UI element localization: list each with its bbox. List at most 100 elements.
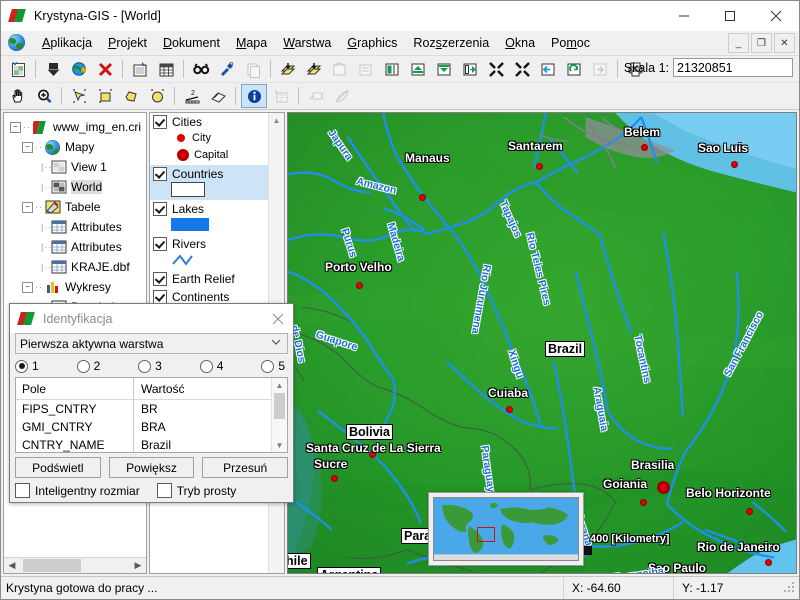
- expander-icon[interactable]: −: [22, 141, 33, 153]
- radio-dot[interactable]: [76, 359, 90, 373]
- expander-icon[interactable]: −: [22, 281, 33, 293]
- scroll-left-icon[interactable]: ◀: [4, 558, 20, 573]
- legend-layer-countries[interactable]: Countries: [150, 165, 269, 200]
- layer-checkbox[interactable]: [153, 167, 167, 181]
- theme-properties-icon[interactable]: [128, 58, 152, 80]
- select-rect-icon[interactable]: [93, 85, 117, 107]
- layer-select-dropdown[interactable]: Pierwsza aktywna warstwa: [15, 333, 288, 354]
- scroll-right-icon[interactable]: ▶: [130, 558, 146, 573]
- menu-projekt[interactable]: Projekt: [100, 33, 155, 53]
- city-marker-manaus[interactable]: [419, 194, 426, 201]
- tree-node-attributes-1[interactable]: |·· Attributes: [8, 217, 146, 237]
- copy-icon[interactable]: [241, 58, 265, 80]
- scroll-down-icon[interactable]: ▼: [272, 438, 287, 452]
- pan-hand-icon[interactable]: [6, 85, 30, 107]
- scroll-up-icon[interactable]: ▲: [272, 378, 287, 392]
- radio-dot[interactable]: [261, 359, 275, 373]
- scroll-thumb[interactable]: [274, 393, 285, 419]
- legend-layer-lakes[interactable]: Lakes: [150, 200, 269, 235]
- align-fill-icon[interactable]: [458, 58, 482, 80]
- delete-theme-icon[interactable]: [93, 58, 117, 80]
- open-table-icon[interactable]: [154, 58, 178, 80]
- select-circle-icon[interactable]: [145, 85, 169, 107]
- radio-option-1[interactable]: 1: [15, 359, 74, 373]
- align-left-icon[interactable]: [380, 58, 404, 80]
- table-row[interactable]: FIPS_CNTRY BR: [16, 400, 272, 418]
- city-marker-rio-de-janeiro[interactable]: [765, 559, 772, 566]
- scroll-track[interactable]: [20, 558, 130, 573]
- radio-dot[interactable]: [15, 359, 28, 373]
- layer-checkbox[interactable]: [153, 237, 167, 251]
- resize-grip-icon[interactable]: [783, 581, 797, 595]
- menu-warstwa[interactable]: Warstwa: [275, 33, 339, 53]
- simple-mode-checkbox[interactable]: Tryb prosty: [156, 483, 236, 498]
- tree-node-kraje-dbf[interactable]: |·· KRAJE.dbf: [8, 257, 146, 277]
- chevron-down-icon[interactable]: [271, 338, 281, 349]
- zoom-to-button[interactable]: Powiększ: [108, 457, 195, 478]
- pan-to-button[interactable]: Przesuń: [202, 457, 289, 478]
- highlight-button[interactable]: Podświetl: [15, 457, 101, 478]
- city-marker-sucre[interactable]: [331, 475, 338, 482]
- menu-okna[interactable]: Okna: [497, 33, 543, 53]
- attributes-grid[interactable]: Pole Wartość FIPS_CNTRY BR GMI_CNTRY BRA…: [15, 377, 288, 453]
- legend-layer-rivers[interactable]: Rivers: [150, 235, 269, 270]
- clip-merge-icon[interactable]: [354, 58, 378, 80]
- radio-option-2[interactable]: 2: [76, 359, 136, 373]
- maximize-button[interactable]: [707, 1, 753, 31]
- overview-map[interactable]: [433, 497, 579, 561]
- grid-scrollbar[interactable]: ▲ ▼: [271, 378, 287, 452]
- table-row[interactable]: CNTRY_NAME Brazil: [16, 436, 272, 452]
- smart-size-checkbox[interactable]: Inteligentny rozmiar: [15, 483, 140, 498]
- map-view[interactable]: Manaus Santarem Belem Sao Luis Porto Vel…: [287, 112, 797, 574]
- checkbox-box[interactable]: [15, 483, 30, 498]
- tree-node-wykresy[interactable]: − ·· Wykresy: [8, 277, 146, 297]
- label-icon[interactable]: [269, 85, 293, 107]
- clip-assign-icon[interactable]: [328, 58, 352, 80]
- callout-icon[interactable]: [304, 85, 328, 107]
- identify-dialog[interactable]: Identyfikacja Pierwsza aktywna warstwa 1…: [9, 303, 294, 503]
- clip-union-icon[interactable]: [276, 58, 300, 80]
- measure-icon[interactable]: 2: [180, 85, 204, 107]
- prev-view-icon[interactable]: [536, 58, 560, 80]
- mdi-minimize-button[interactable]: _: [728, 33, 749, 53]
- city-marker-cuiaba[interactable]: [506, 406, 513, 413]
- radio-dot[interactable]: [199, 359, 213, 373]
- city-marker-goiania[interactable]: [640, 499, 647, 506]
- table-row[interactable]: GMI_CNTRY BRA: [16, 418, 272, 436]
- save-icon[interactable]: [41, 58, 65, 80]
- zoom-in-icon[interactable]: [32, 85, 56, 107]
- expand-icon[interactable]: [510, 58, 534, 80]
- layer-checkbox[interactable]: [153, 202, 167, 216]
- menu-aplikacja[interactable]: Aplikacja: [34, 33, 100, 53]
- tree-node-project[interactable]: − ·· www_img_en.cri: [8, 117, 146, 137]
- align-bottom-icon[interactable]: [432, 58, 456, 80]
- clear-selection-icon[interactable]: [330, 85, 354, 107]
- clip-intersect-icon[interactable]: [302, 58, 326, 80]
- tree-node-world[interactable]: |·· World: [8, 177, 146, 197]
- tree-node-attributes-2[interactable]: |·· Attributes: [8, 237, 146, 257]
- select-point-icon[interactable]: [67, 85, 91, 107]
- tree-node-mapy[interactable]: − ·· Mapy: [8, 137, 146, 157]
- menu-graphics[interactable]: Graphics: [339, 33, 405, 53]
- mdi-close-button[interactable]: ✕: [774, 33, 795, 53]
- radio-option-4[interactable]: 4: [199, 359, 259, 373]
- align-center-icon[interactable]: [406, 58, 430, 80]
- scroll-up-icon[interactable]: ▲: [269, 113, 284, 128]
- radio-option-3[interactable]: 3: [138, 359, 197, 373]
- menu-rozszerzenia[interactable]: Rozszerzenia: [405, 33, 497, 53]
- close-button[interactable]: [753, 1, 799, 31]
- minimize-button[interactable]: [661, 1, 707, 31]
- radio-option-5[interactable]: 5: [261, 359, 285, 373]
- city-marker-porto-velho[interactable]: [356, 282, 363, 289]
- layer-checkbox[interactable]: [153, 290, 167, 304]
- scroll-thumb[interactable]: [23, 559, 81, 572]
- add-theme-icon[interactable]: [67, 58, 91, 80]
- scale-input[interactable]: 21320851: [673, 58, 793, 77]
- city-marker-belem[interactable]: [641, 144, 648, 151]
- layer-checkbox[interactable]: [153, 272, 167, 286]
- identify-icon[interactable]: [241, 84, 267, 108]
- dialog-close-button[interactable]: [262, 304, 293, 333]
- next-view-icon[interactable]: [588, 58, 612, 80]
- tree-node-tabele[interactable]: − ·· Tabele: [8, 197, 146, 217]
- select-polygon-icon[interactable]: [119, 85, 143, 107]
